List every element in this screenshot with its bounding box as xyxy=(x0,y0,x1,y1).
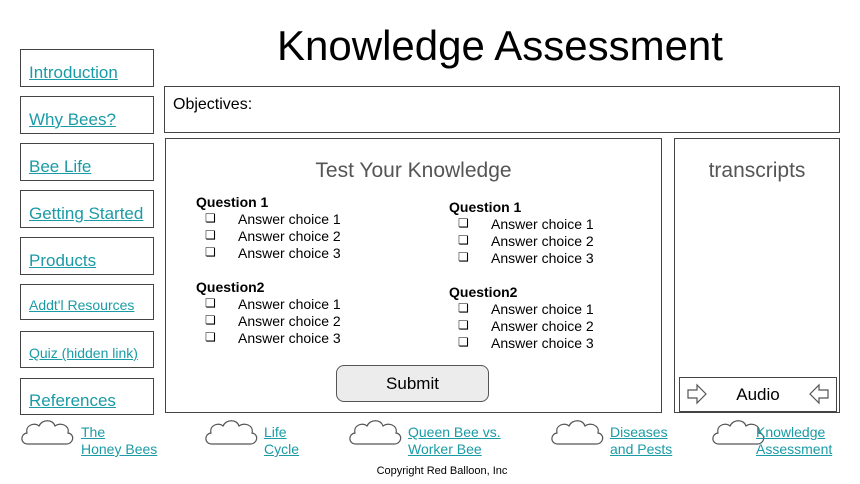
answer-choice[interactable]: ❏ Answer choice 3 xyxy=(449,250,649,267)
answer-label: Answer choice 1 xyxy=(491,216,594,232)
quiz-title: Test Your Knowledge xyxy=(315,159,512,182)
answer-choice[interactable]: ❏ Answer choice 1 xyxy=(449,301,649,318)
sidebar-link-products[interactable]: Products xyxy=(29,251,96,271)
answer-label: Answer choice 1 xyxy=(491,301,594,317)
transcripts-panel: transcripts Audio xyxy=(674,138,840,413)
checkbox-icon[interactable]: ❏ xyxy=(458,335,469,349)
answer-choice[interactable]: ❏ Answer choice 3 xyxy=(196,245,396,262)
question-block: Question 1 ❏ Answer choice 1 ❏ Answer choi… xyxy=(449,199,649,267)
sidebar-item-quiz[interactable]: Quiz (hidden link) xyxy=(20,331,154,368)
question-block: Question2 ❏ Answer choice 1 ❏ Answer choic… xyxy=(196,279,396,347)
sidebar-link-references[interactable]: References xyxy=(29,391,116,411)
answer-choice[interactable]: ❏ Answer choice 2 xyxy=(196,313,396,330)
checkbox-icon[interactable]: ❏ xyxy=(205,296,216,310)
checkbox-icon[interactable]: ❏ xyxy=(205,330,216,344)
checkbox-icon[interactable]: ❏ xyxy=(458,250,469,264)
sidebar-link-why-bees[interactable]: Why Bees? xyxy=(29,110,116,130)
answer-choice[interactable]: ❏ Answer choice 2 xyxy=(449,318,649,335)
objectives-label: Objectives: xyxy=(173,96,253,113)
sidebar-item-references[interactable]: References xyxy=(20,378,154,415)
link-line[interactable]: Queen Bee vs. xyxy=(408,424,501,440)
link-line[interactable]: Assessment xyxy=(756,441,832,457)
question-title: Question2 xyxy=(196,279,265,295)
checkbox-icon[interactable]: ❏ xyxy=(458,301,469,315)
answer-choice[interactable]: ❏ Answer choice 2 xyxy=(449,233,649,250)
quiz-panel: Test Your Knowledge Question 1 ❏ Answer c… xyxy=(165,138,662,413)
sidebar-item-resources[interactable]: Addt'l Resources xyxy=(20,284,154,320)
answer-choice[interactable]: ❏ Answer choice 3 xyxy=(449,335,649,352)
cloud-icon xyxy=(349,420,402,445)
page-title: Knowledge Assessment xyxy=(277,22,723,69)
answer-label: Answer choice 2 xyxy=(491,233,594,249)
answer-label: Answer choice 3 xyxy=(238,330,341,346)
answer-label: Answer choice 3 xyxy=(491,335,594,351)
cloud-icon xyxy=(551,420,604,445)
answer-choice[interactable]: ❏ Answer choice 1 xyxy=(196,211,396,228)
checkbox-icon[interactable]: ❏ xyxy=(205,245,216,259)
bottom-nav-diseases-pests[interactable]: Diseases and Pests xyxy=(548,416,688,460)
link-line[interactable]: Cycle xyxy=(264,441,299,457)
objectives-box: Objectives: xyxy=(164,86,840,133)
checkbox-icon[interactable]: ❏ xyxy=(205,211,216,225)
link-line[interactable]: Life xyxy=(264,424,287,440)
link-line[interactable]: Worker Bee xyxy=(408,441,482,457)
link-line[interactable]: and Pests xyxy=(610,441,672,457)
sidebar-item-bee-life[interactable]: Bee Life xyxy=(20,143,154,181)
arrow-left-icon[interactable] xyxy=(808,383,830,405)
answer-label: Answer choice 2 xyxy=(238,313,341,329)
link-line[interactable]: Diseases xyxy=(610,424,668,440)
answer-label: Answer choice 3 xyxy=(238,245,341,261)
bottom-nav-link[interactable]: Queen Bee vs. Worker Bee xyxy=(408,424,501,458)
question-title: Question2 xyxy=(449,284,518,300)
answer-label: Answer choice 1 xyxy=(238,211,341,227)
sidebar-link-introduction[interactable]: Introduction xyxy=(29,63,118,83)
checkbox-icon[interactable]: ❏ xyxy=(458,216,469,230)
answer-label: Answer choice 2 xyxy=(238,228,341,244)
sidebar-item-getting-started[interactable]: Getting Started xyxy=(20,190,154,228)
link-line[interactable]: Honey Bees xyxy=(81,441,157,457)
checkbox-icon[interactable]: ❏ xyxy=(458,318,469,332)
cloud-icon xyxy=(21,420,74,445)
cloud-icon xyxy=(205,420,258,445)
answer-label: Answer choice 3 xyxy=(491,250,594,266)
sidebar-link-quiz[interactable]: Quiz (hidden link) xyxy=(29,345,138,361)
sidebar-item-products[interactable]: Products xyxy=(20,237,154,275)
sidebar-link-resources[interactable]: Addt'l Resources xyxy=(29,297,134,313)
bottom-nav-knowledge-assessment[interactable]: Knowledge Assessment xyxy=(709,416,859,460)
link-line[interactable]: The xyxy=(81,424,105,440)
answer-label: Answer choice 2 xyxy=(491,318,594,334)
bottom-nav-link[interactable]: Life Cycle xyxy=(264,424,299,458)
bottom-nav-queen-vs-worker[interactable]: Queen Bee vs. Worker Bee xyxy=(346,416,516,460)
question-title: Question 1 xyxy=(449,199,522,215)
checkbox-icon[interactable]: ❏ xyxy=(205,313,216,327)
answer-label: Answer choice 1 xyxy=(238,296,341,312)
transcripts-title: transcripts xyxy=(708,159,806,182)
answer-choice[interactable]: ❏ Answer choice 1 xyxy=(196,296,396,313)
submit-button[interactable]: Submit xyxy=(336,365,489,402)
sidebar-item-introduction[interactable]: Introduction xyxy=(20,49,154,87)
sidebar-link-bee-life[interactable]: Bee Life xyxy=(29,157,91,177)
link-line[interactable]: Knowledge xyxy=(756,424,825,440)
question-title: Question 1 xyxy=(196,194,269,210)
checkbox-icon[interactable]: ❏ xyxy=(205,228,216,242)
answer-choice[interactable]: ❏ Answer choice 1 xyxy=(449,216,649,233)
answer-choice[interactable]: ❏ Answer choice 3 xyxy=(196,330,396,347)
answer-choice[interactable]: ❏ Answer choice 2 xyxy=(196,228,396,245)
bottom-nav-link[interactable]: The Honey Bees xyxy=(81,424,157,458)
sidebar-item-why-bees[interactable]: Why Bees? xyxy=(20,96,154,134)
checkbox-icon[interactable]: ❏ xyxy=(458,233,469,247)
sidebar-link-getting-started[interactable]: Getting Started xyxy=(29,204,143,224)
question-block: Question2 ❏ Answer choice 1 ❏ Answer choic… xyxy=(449,284,649,352)
audio-player: Audio xyxy=(679,377,837,412)
bottom-nav-link[interactable]: Knowledge Assessment xyxy=(756,424,832,458)
copyright: Copyright Red Balloon, Inc xyxy=(376,465,508,477)
bottom-nav-life-cycle[interactable]: Life Cycle xyxy=(202,416,322,460)
question-block: Question 1 ❏ Answer choice 1 ❏ Answer choi… xyxy=(196,194,396,262)
bottom-nav-honey-bees[interactable]: The Honey Bees xyxy=(18,416,168,460)
bottom-nav-link[interactable]: Diseases and Pests xyxy=(610,424,672,458)
